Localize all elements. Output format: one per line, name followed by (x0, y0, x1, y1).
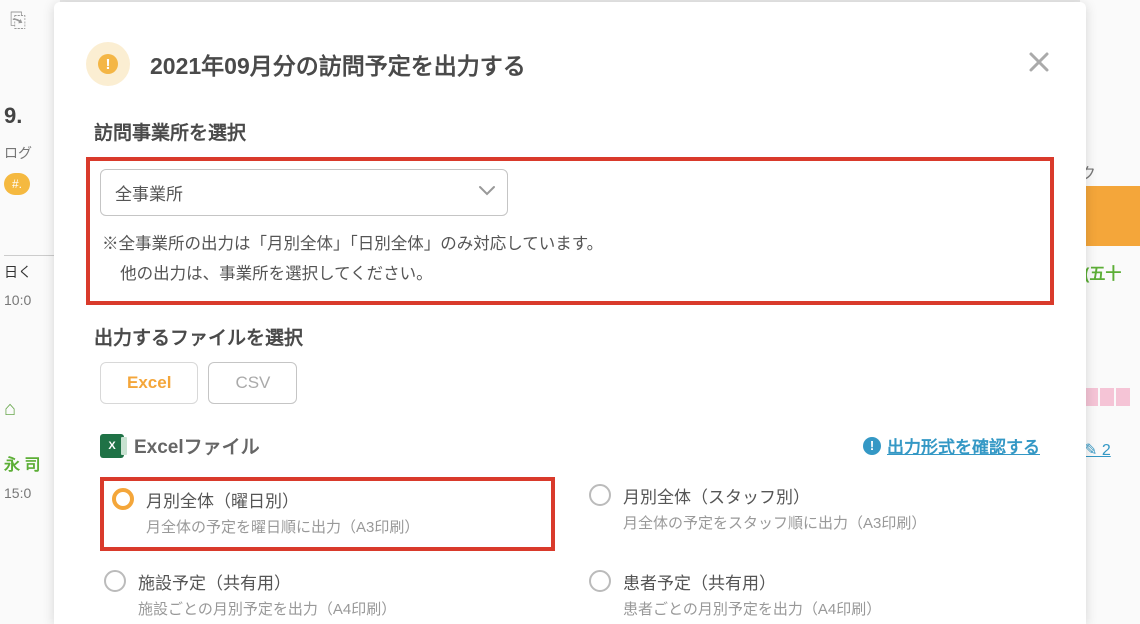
bg-time-10: 10:0 (4, 292, 56, 308)
option-monthly-by-day[interactable]: 月別全体（曜日別） 月全体の予定を曜日順に出力（A3印刷） (100, 477, 555, 551)
option-desc: 月全体の予定をスタッフ順に出力（A3印刷） (623, 512, 926, 533)
check-format-label: 出力形式を確認する (887, 433, 1040, 458)
option-facility-schedule[interactable]: 施設予定（共有用） 施設ごとの月別予定を出力（A4印刷） (100, 563, 555, 624)
option-monthly-by-staff[interactable]: 月別全体（スタッフ別） 月全体の予定をスタッフ順に出力（A3印刷） (585, 477, 1040, 551)
office-note-line1: ※全事業所の出力は「月別全体」「日別全体」のみ対応しています。 (102, 230, 1040, 260)
radio-icon (104, 570, 126, 592)
file-section-header: X Excelファイル ! 出力形式を確認する (100, 432, 1040, 459)
home-icon: ⌂ (4, 398, 56, 421)
bg-pill: #. (4, 173, 30, 195)
bg-orange-block (1080, 186, 1140, 246)
office-select-value[interactable]: 全事業所 (100, 169, 508, 216)
bg-right-ku: ク (1080, 160, 1140, 184)
modal-title: 2021年09月分の訪問予定を出力する (150, 47, 526, 81)
close-icon (1028, 51, 1050, 73)
office-select-highlight-box: 全事業所 ※全事業所の出力は「月別全体」「日別全体」のみ対応しています。 他の出… (86, 157, 1054, 305)
bg-right-green: (五十 (1080, 256, 1140, 288)
option-patient-schedule[interactable]: 患者予定（共有用） 患者ごとの月別予定を出力（A4印刷） (585, 563, 1040, 624)
option-title: 施設予定（共有用） (138, 569, 396, 594)
bg-green-text: 永 司 (4, 451, 56, 475)
option-desc: 施設ごとの月別予定を出力（A4印刷） (138, 598, 396, 619)
bg-pink-blocks (1080, 388, 1140, 406)
check-format-link[interactable]: ! 出力形式を確認する (863, 433, 1040, 458)
bg-text-hiku: 日く (4, 255, 54, 282)
close-button[interactable] (1024, 46, 1054, 82)
background-left-strip: ⎘ 9. ログ #. 日く 10:0 ⌂ 永 司 15:0 (0, 0, 60, 624)
export-options: 月別全体（曜日別） 月全体の予定を曜日順に出力（A3印刷） 月別全体（スタッフ別… (100, 477, 1040, 624)
logout-icon: ⎘ (10, 10, 50, 33)
office-section-label: 訪問事業所を選択 (94, 118, 1054, 145)
radio-icon (589, 484, 611, 506)
bg-text-log: ログ (4, 143, 56, 163)
background-right-strip: ク (五十 ✎ 2 (1080, 0, 1140, 624)
radio-selected-icon (112, 488, 134, 510)
bg-time-15: 15:0 (4, 485, 56, 501)
office-note: ※全事業所の出力は「月別全体」「日別全体」のみ対応しています。 他の出力は、事業… (100, 230, 1040, 289)
bg-date: 9. (4, 103, 56, 129)
export-modal: ! 2021年09月分の訪問予定を出力する 訪問事業所を選択 全事業所 ※全事業… (54, 2, 1086, 624)
option-title: 月別全体（曜日別） (146, 487, 419, 512)
bg-edit-link: ✎ 2 (1080, 436, 1140, 464)
info-icon: ! (863, 437, 881, 455)
file-section-title: Excelファイル (134, 432, 260, 459)
format-tabs: Excel CSV (100, 362, 1054, 404)
option-desc: 患者ごとの月別予定を出力（A4印刷） (623, 598, 881, 619)
radio-icon (589, 570, 611, 592)
alert-badge: ! (86, 42, 130, 86)
option-title: 月別全体（スタッフ別） (623, 483, 926, 508)
option-title: 患者予定（共有用） (623, 569, 881, 594)
office-note-line2: 他の出力は、事業所を選択してください。 (102, 260, 1040, 290)
tab-excel[interactable]: Excel (100, 362, 198, 404)
alert-icon: ! (98, 54, 118, 74)
file-section-label: 出力するファイルを選択 (94, 323, 1054, 350)
office-select[interactable]: 全事業所 (100, 169, 508, 216)
modal-header: ! 2021年09月分の訪問予定を出力する (86, 42, 1054, 86)
option-desc: 月全体の予定を曜日順に出力（A3印刷） (146, 516, 419, 537)
excel-icon: X (100, 434, 124, 458)
tab-csv[interactable]: CSV (208, 362, 297, 404)
